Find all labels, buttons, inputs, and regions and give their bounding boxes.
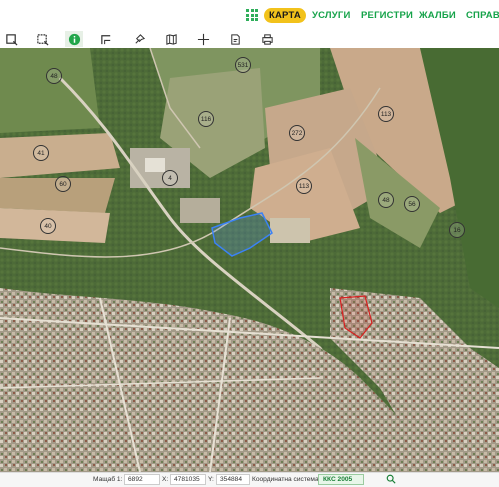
parcel-label: 4 <box>162 170 178 186</box>
satellite-imagery <box>0 48 499 472</box>
parcel-label: 16 <box>449 222 465 238</box>
scale-label: Мащаб 1: <box>93 476 123 483</box>
parcel-label: 40 <box>40 218 56 234</box>
x-coord-label: X: <box>162 476 169 483</box>
parcel-label: 56 <box>404 196 420 212</box>
search-icon[interactable] <box>386 474 396 486</box>
x-coord-value: 4781035 <box>170 474 206 485</box>
crosshair-icon[interactable] <box>194 31 212 47</box>
map-layers-icon[interactable] <box>162 31 180 47</box>
info-icon[interactable] <box>65 31 83 47</box>
select-poly-icon[interactable] <box>33 31 51 47</box>
parcel-label: 60 <box>55 176 71 192</box>
parcel-label: 48 <box>378 192 394 208</box>
nav-item-map[interactable]: КАРТА <box>264 8 306 23</box>
parcel-label: 41 <box>33 145 49 161</box>
crs-selector[interactable]: ККС 2005 <box>318 474 364 485</box>
nav-item-references[interactable]: СПРАВК <box>466 10 499 21</box>
nav-item-complaints[interactable]: ЖАЛБИ <box>419 10 456 21</box>
nav-item-registers[interactable]: РЕГИСТРИ <box>361 10 413 21</box>
map-toolbar <box>0 30 499 49</box>
print-icon[interactable] <box>258 31 276 47</box>
parcel-label: 48 <box>46 68 62 84</box>
nav-item-services[interactable]: УСЛУГИ <box>312 10 351 21</box>
pin-icon[interactable] <box>130 31 148 47</box>
parcel-label: 272 <box>289 125 305 141</box>
select-rect-icon[interactable] <box>2 31 20 47</box>
parcel-label: 116 <box>198 111 214 127</box>
y-coord-label: Y: <box>208 476 214 483</box>
grid-icon[interactable] <box>246 9 258 21</box>
map-status-bar: Мащаб 1: 6892 X: 4781035 Y: 354884 Коорд… <box>0 472 499 487</box>
scale-input[interactable]: 6892 <box>124 474 160 485</box>
parcel-label: 113 <box>296 178 312 194</box>
top-navigation: КАРТА УСЛУГИ РЕГИСТРИ ЖАЛБИ СПРАВК <box>0 0 499 30</box>
document-icon[interactable] <box>226 31 244 47</box>
measure-icon[interactable] <box>97 31 115 47</box>
parcel-label: 531 <box>235 57 251 73</box>
crs-label: Координатна система: <box>252 476 321 483</box>
parcel-label: 113 <box>378 106 394 122</box>
map-canvas[interactable]: 531 116 113 272 113 41 60 48 4 40 48 16 … <box>0 48 499 472</box>
y-coord-value: 354884 <box>216 474 250 485</box>
